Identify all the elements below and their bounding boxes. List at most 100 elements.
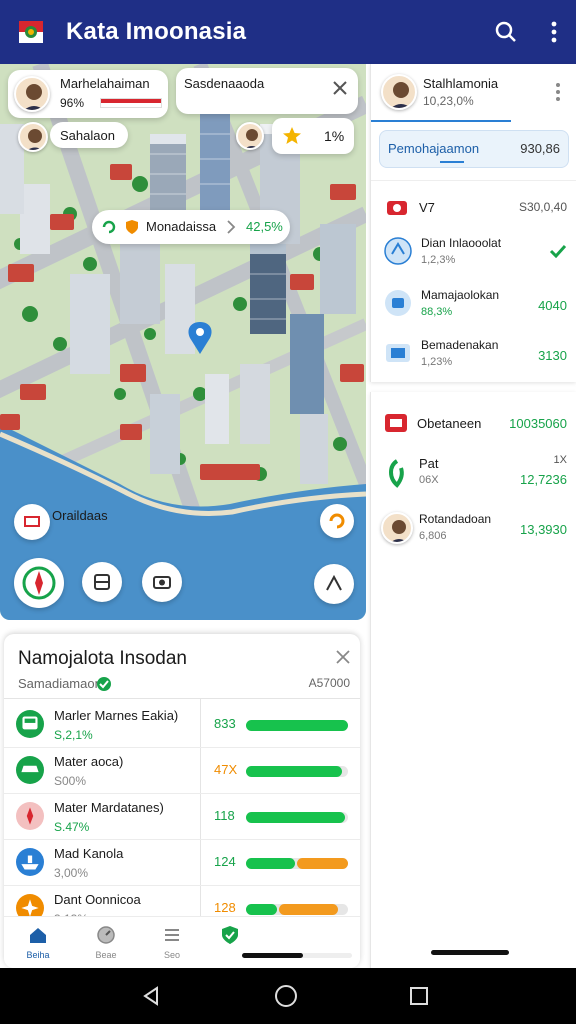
tab-label: Beiha [26, 950, 50, 960]
info-pill[interactable]: Monadaissa 42,5% [92, 210, 290, 244]
close-icon [336, 650, 350, 664]
list-item-value: 4040 [538, 298, 567, 313]
info-pill-value: 42,5% [246, 219, 283, 234]
rating-card[interactable]: 1% [272, 118, 354, 154]
progress-fill-green [246, 858, 295, 869]
refresh-icon [102, 220, 116, 234]
bottom-tabs: Beiha Beae Seo [4, 916, 360, 968]
share-icon [329, 513, 345, 529]
directions-button[interactable] [314, 564, 354, 604]
tab-label: Seo [163, 950, 180, 960]
list-item[interactable]: Bemadenakan 1,23% 3130 [371, 336, 576, 380]
flag-bar [100, 98, 162, 108]
list-item-value: 833 [214, 716, 236, 731]
list-item-value: 13,3930 [520, 522, 567, 537]
avatar [14, 76, 50, 112]
layers-button[interactable] [82, 562, 122, 602]
list-item-title: Mad Kanola [54, 846, 124, 861]
search-button[interactable] [490, 16, 522, 48]
ship-icon [16, 848, 44, 876]
indonesia-flag-icon [19, 21, 43, 43]
list-item-title: Bemadenakan [421, 338, 499, 352]
bus-icon [16, 710, 44, 738]
rating-value: 1% [324, 128, 345, 144]
list-item-sub: 88,3% [421, 306, 453, 318]
more-vert-icon [551, 21, 557, 43]
list-item[interactable]: Rotandadoan 6,806 13,3930 [371, 508, 576, 552]
tab-value: 930,86 [520, 141, 560, 156]
compass-icon [16, 802, 44, 830]
camera-button[interactable] [142, 562, 182, 602]
badge-card[interactable]: Sasdenaaoda [176, 68, 358, 114]
flag-icon [24, 516, 40, 527]
list-item[interactable]: Pat 06X 1X 12,7236 [371, 452, 576, 496]
progress-fill-orange [278, 904, 338, 915]
profile-card[interactable]: Marhelahaiman 96% [8, 70, 168, 118]
list-item[interactable]: Mater Mardatanes) S.47% 118 [4, 794, 360, 840]
list-item[interactable]: Dian Inlaooolat 1,2,3% [371, 232, 576, 282]
check-badge-icon [97, 677, 111, 691]
search-icon [495, 21, 516, 42]
profile-value: 96% [60, 96, 85, 110]
map-marker-button[interactable] [14, 504, 50, 540]
close-button[interactable] [332, 80, 348, 99]
list-item-title: Mater Mardatanes) [54, 800, 164, 815]
shield-icon [222, 926, 238, 944]
progress-fill-green [246, 904, 277, 915]
list-item-title: V7 [419, 200, 435, 215]
tab-home[interactable]: Beiha [20, 925, 56, 965]
list-item[interactable]: Mater aoca) S00% 47X [4, 748, 360, 794]
tab-gauge[interactable]: Beae [88, 925, 124, 965]
list-item[interactable]: Obetaneen 10035060 [371, 406, 576, 442]
avatar [381, 74, 417, 110]
right-panel: Stalhlamonia 10,23,0% Pemohajaamon 930,8… [370, 64, 576, 382]
star-icon [283, 127, 301, 144]
more-vert-icon[interactable] [555, 82, 561, 102]
city-map[interactable]: Marhelahaiman 96% Sasdenaaoda Sahalaon 1… [0, 64, 366, 620]
sheet-subtitle: Samadiamaon [18, 676, 102, 691]
list-item[interactable]: Mad Kanola 3,00% 124 [4, 840, 360, 886]
more-menu-button[interactable] [538, 16, 570, 48]
list-item-value-top: 1X [553, 454, 567, 466]
list-item-value: 10035060 [509, 416, 567, 431]
sheet-close-button[interactable] [336, 650, 350, 669]
list-item-title: Pat [419, 456, 439, 471]
compass-button[interactable] [14, 558, 64, 608]
list-item-value: 118 [214, 808, 235, 823]
list-item-title: Mater aoca) [54, 754, 124, 769]
profile-name: Marhelahaiman [60, 76, 150, 91]
layers-icon [94, 574, 110, 590]
list-item-value: 47X [214, 762, 238, 777]
label-pill[interactable]: Sahalaon [50, 122, 128, 148]
list-item-title: Rotandadoan [419, 512, 492, 526]
recents-icon[interactable] [408, 985, 430, 1007]
tab-selector[interactable]: Pemohajaamon 930,86 [379, 130, 569, 168]
globe-icon [384, 237, 412, 265]
list-item-title: Mamajaolokan [421, 288, 500, 302]
car-icon [16, 756, 44, 784]
info-pill-text: Monadaissa [146, 219, 217, 234]
person-icon [391, 82, 411, 108]
tab-list[interactable]: Seo [154, 925, 190, 965]
list-item[interactable]: Mamajaolokan 88,3% 4040 [371, 284, 576, 334]
list-item-title: Dian Inlaooolat [421, 236, 502, 250]
share-button[interactable] [320, 504, 354, 538]
home-circle-icon[interactable] [274, 984, 298, 1008]
home-icon [30, 928, 46, 943]
tab-underline [440, 161, 464, 163]
list-item-value: 3130 [538, 348, 567, 363]
tv-icon [386, 344, 410, 362]
list-item-sub: S,2,1% [54, 728, 93, 742]
progress-fill-green [246, 766, 342, 777]
list-item-sub: 1,2,3% [421, 254, 456, 266]
list-item[interactable]: V7 S30,0,40 [371, 192, 576, 232]
bottom-sheet: Namojalota Insodan Samadiamaon A57000 Ma… [4, 634, 360, 968]
list-item[interactable]: Marler Marnes Eakia) S,2,1% 833 [4, 702, 360, 748]
back-icon[interactable] [140, 985, 162, 1007]
list-icon [165, 929, 179, 941]
tab-shield[interactable] [212, 925, 248, 965]
list-item-value: S30,0,40 [518, 200, 567, 214]
avatar [18, 122, 48, 152]
close-icon [333, 81, 347, 95]
progress-track [242, 953, 352, 958]
